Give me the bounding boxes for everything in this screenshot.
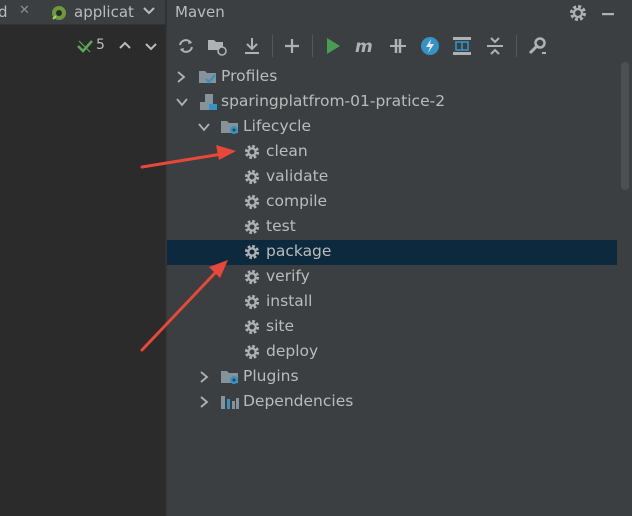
goal-label: validate [266,167,329,185]
editor-area: d ✕ applicat 5 [0,0,165,516]
download-icon[interactable] [241,35,263,57]
inspection-count: 5 [96,37,105,53]
gear-icon[interactable] [568,3,588,27]
run-icon[interactable] [322,35,344,57]
gear-icon [243,143,261,165]
goal-label: test [266,217,296,235]
tree-label: Dependencies [243,392,354,410]
show-dependencies-icon[interactable] [451,35,473,57]
check-mark-icon [76,38,94,58]
chevron-right-icon[interactable] [175,69,187,89]
add-folder-icon[interactable] [206,35,228,57]
maven-toolbar: m [167,30,632,62]
collapse-all-icon[interactable] [484,35,506,57]
lifecycle-goal-deploy[interactable]: deploy [167,340,617,365]
tree-label: Profiles [221,67,278,85]
tree-label: Lifecycle [243,117,311,135]
maven-tool-window: Maven m Profiles sparingplatfrom-01-prat… [167,0,632,516]
plugins-folder-icon [220,368,240,390]
goal-label: verify [266,267,310,285]
previous-highlight-chevron-up-icon[interactable] [118,38,132,57]
tree-node-lifecycle[interactable]: Lifecycle [167,115,617,140]
editor-tab-bar: d ✕ applicat [0,0,165,25]
goal-label: compile [266,192,328,210]
chevron-right-icon[interactable] [198,394,210,414]
lifecycle-goal-clean[interactable]: clean [167,140,617,165]
dependencies-icon [220,393,240,415]
tree-node-plugins[interactable]: Plugins [167,365,617,390]
toolbar-separator [272,35,273,57]
spring-leaf-icon [50,4,68,26]
skip-tests-icon[interactable] [419,35,441,57]
goal-label: package [266,242,332,260]
tree-label: Plugins [243,367,299,385]
editor-tab-label[interactable]: applicat [74,3,134,21]
panel-title: Maven [175,3,225,21]
lifecycle-goal-install[interactable]: install [167,290,617,315]
toggle-offline-icon[interactable] [387,35,409,57]
lifecycle-folder-icon [220,118,240,140]
editor-tab-label[interactable]: d [0,3,8,21]
lifecycle-goal-compile[interactable]: compile [167,190,617,215]
plus-icon[interactable] [281,35,303,57]
settings-wrench-icon[interactable] [526,35,548,57]
gear-icon [243,318,261,340]
chevron-down-icon[interactable] [197,119,211,139]
lifecycle-goal-site[interactable]: site [167,315,617,340]
lifecycle-goal-package[interactable]: package [167,240,617,265]
next-highlight-chevron-down-icon[interactable] [144,38,158,57]
toolbar-separator [516,35,517,57]
tool-window-header: Maven [167,0,632,26]
tab-list-chevron-down-icon[interactable] [142,3,156,23]
gear-icon [243,168,261,190]
gear-icon [243,193,261,215]
chevron-down-icon[interactable] [175,94,189,114]
lifecycle-goal-verify[interactable]: verify [167,265,617,290]
svg-text:m: m [355,37,373,57]
reload-icon[interactable] [175,35,197,57]
tree-node-dependencies[interactable]: Dependencies [167,390,617,415]
maven-module-icon [198,93,218,115]
tree-node-project[interactable]: sparingplatfrom-01-pratice-2 [167,90,617,115]
minimize-icon[interactable] [598,3,618,27]
gear-icon [243,293,261,315]
maven-m-icon[interactable]: m [354,35,376,57]
vertical-scrollbar[interactable] [621,62,629,190]
gear-icon [243,268,261,290]
goal-label: install [266,292,313,310]
gear-icon [243,343,261,365]
gear-icon [243,218,261,240]
chevron-right-icon[interactable] [198,369,210,389]
gear-icon [243,243,261,265]
inspection-widget[interactable]: 5 [76,37,166,55]
profiles-folder-icon [198,68,218,90]
tree-node-profiles[interactable]: Profiles [167,65,617,90]
lifecycle-goal-test[interactable]: test [167,215,617,240]
goal-label: deploy [266,342,319,360]
tree-label: sparingplatfrom-01-pratice-2 [221,92,446,110]
lifecycle-goal-validate[interactable]: validate [167,165,617,190]
goal-label: clean [266,142,308,160]
goal-label: site [266,317,294,335]
toolbar-separator [312,35,313,57]
close-tab-icon[interactable]: ✕ [19,3,30,18]
